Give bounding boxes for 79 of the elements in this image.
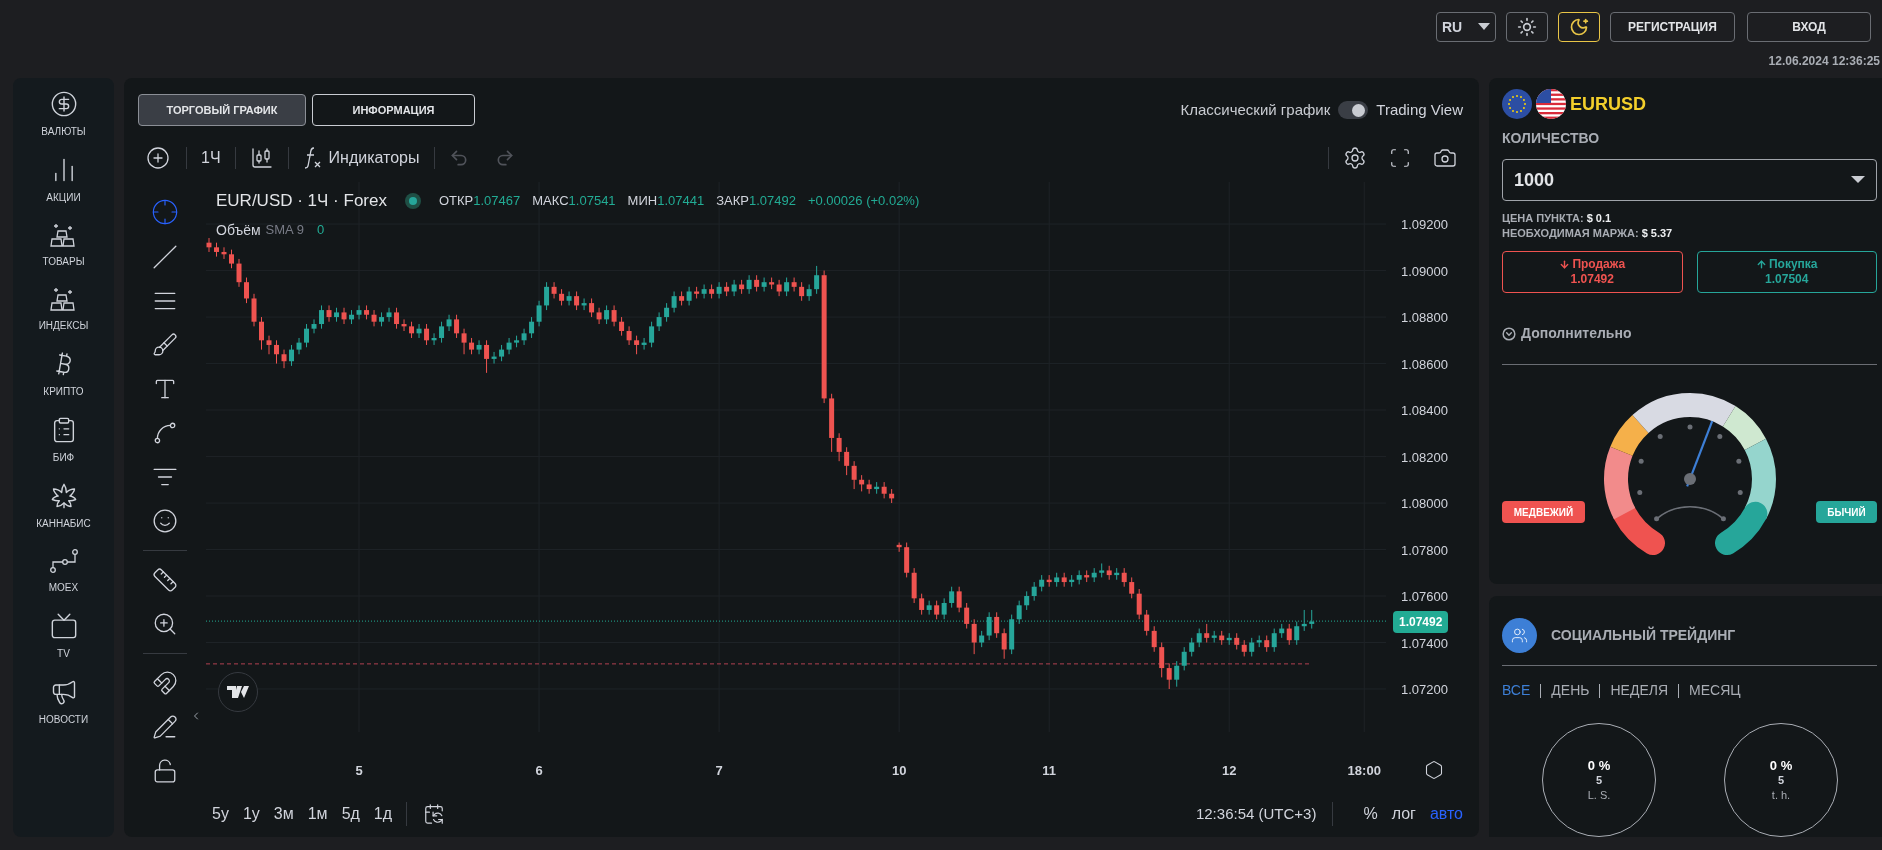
category-item[interactable]: TV (15, 612, 112, 661)
range-button[interactable]: 1у (242, 802, 260, 826)
category-item[interactable]: НОВОСТИ (15, 678, 112, 727)
login-button[interactable]: ВХОД (1747, 12, 1871, 42)
trade-info-line: НЕОБХОДИМАЯ МАРЖА: $ 5.37 (1502, 226, 1674, 241)
period-filter[interactable]: НЕДЕЛЯ (1610, 680, 1669, 701)
quantity-label: КОЛИЧЕСТВО (1502, 129, 1601, 148)
category-item[interactable]: MOEX (15, 548, 112, 595)
range-button[interactable]: 5д (341, 802, 360, 826)
range-button[interactable]: 1д (373, 802, 393, 826)
price-axis-label: 1.08800 (1401, 309, 1448, 328)
more-toggle[interactable]: Дополнительно (1502, 323, 1882, 344)
stat-label: L. S. (1587, 787, 1611, 803)
price-axis-label: 1.07800 (1401, 541, 1448, 560)
volume-label: Объём (216, 220, 261, 240)
register-button[interactable]: РЕГИСТРАЦИЯ (1610, 12, 1735, 42)
sma-label: SMA 9 (265, 221, 304, 240)
time-axis-label: 7 (715, 762, 723, 780)
price-axis-label: 1.08200 (1401, 448, 1448, 467)
bullish-badge: БЫЧИЙ (1816, 501, 1877, 523)
trade-info-line: ЦЕНА ПУНКТА: $ 0.1 (1502, 211, 1613, 226)
range-button[interactable]: 1м (307, 802, 328, 826)
classic-chart-label: Классический график (1180, 99, 1331, 120)
ohlc-value: МИН1.07441 (627, 192, 705, 210)
scale-option[interactable]: авто (1429, 802, 1463, 826)
last-price-tag: 1.07492 (1393, 611, 1449, 634)
buy-button[interactable]: Покупка 1.07504 (1696, 251, 1877, 293)
period-filter[interactable]: ДЕНЬ (1551, 680, 1590, 701)
category-item[interactable]: ВАЛЮТЫ (15, 90, 112, 139)
price-axis-label: 1.09200 (1401, 216, 1448, 235)
stat-count: 5 (1777, 772, 1785, 788)
ohlc-value: ОТКР1.07467 (438, 192, 521, 210)
language-select[interactable]: RU (1436, 12, 1496, 42)
stat-label: t. h. (1771, 787, 1791, 803)
price-change: +0.00026 (+0.02%) (807, 192, 920, 210)
stat-count: 5 (1595, 772, 1603, 788)
category-item[interactable]: ТОВАРЫ (15, 222, 112, 269)
chart-clock: 12:36:54 (UTC+3) (1195, 803, 1317, 824)
time-axis-label: 10 (891, 762, 907, 780)
volume-value: 0 (316, 221, 325, 240)
time-axis-label: 6 (535, 762, 543, 780)
price-axis-label: 1.08400 (1401, 402, 1448, 421)
indicators-button[interactable]: Индикаторы (302, 146, 420, 170)
period-filter[interactable]: ВСЕ (1502, 680, 1531, 701)
range-button[interactable]: 3м (273, 802, 294, 826)
time-axis-label: 5 (355, 762, 363, 780)
price-axis-label: 1.09000 (1401, 262, 1448, 281)
quantity-select[interactable]: 1000 (1502, 159, 1877, 201)
chart-tab[interactable]: ИНФОРМАЦИЯ (312, 94, 475, 126)
symbol-title: EURUSD (1570, 92, 1646, 116)
range-button[interactable]: 5у (212, 802, 229, 826)
interval-button[interactable]: 1Ч (201, 146, 221, 170)
period-filter[interactable]: МЕСЯЦ (1689, 680, 1741, 701)
sell-button[interactable]: Продажа 1.07492 (1502, 251, 1683, 293)
price-axis-label: 1.08600 (1401, 355, 1448, 374)
trading-view-label: Trading View (1376, 99, 1463, 120)
time-axis-label: 11 (1042, 762, 1057, 780)
date-time: 12.06.2024 12:36:25 (1768, 53, 1881, 70)
stat-percent: 0 % (1769, 757, 1793, 773)
ohlc-value: ЗАКР1.07492 (716, 192, 796, 210)
time-axis-label: 12 (1221, 762, 1237, 780)
price-axis-label: 1.07200 (1401, 681, 1448, 699)
social-title: СОЦИАЛЬНЫЙ ТРЕЙДИНГ (1551, 625, 1736, 645)
stat-percent: 0 % (1587, 757, 1611, 773)
category-item[interactable]: КАННАБИС (15, 482, 112, 531)
category-item[interactable]: КРИПТО (15, 350, 112, 399)
chart-tab[interactable]: ТОРГОВЫЙ ГРАФИК (138, 94, 306, 126)
category-item[interactable]: ИНДЕКСЫ (15, 286, 112, 333)
bearish-badge: МЕДВЕЖИЙ (1502, 501, 1585, 523)
category-item[interactable]: АКЦИИ (15, 156, 112, 205)
chart-symbol: EUR/USD · 1Ч · Forex (216, 190, 387, 212)
scale-option[interactable]: % (1363, 802, 1378, 826)
ohlc-value: МАКС1.07541 (532, 192, 616, 210)
category-item[interactable]: БИФ (15, 416, 112, 465)
price-axis-label: 1.08000 (1401, 495, 1448, 513)
price-axis-label: 1.07600 (1401, 588, 1448, 606)
time-axis-label: 18:00 (1347, 762, 1381, 780)
scale-option[interactable]: лог (1391, 802, 1416, 826)
price-axis-label: 1.07400 (1401, 634, 1448, 653)
